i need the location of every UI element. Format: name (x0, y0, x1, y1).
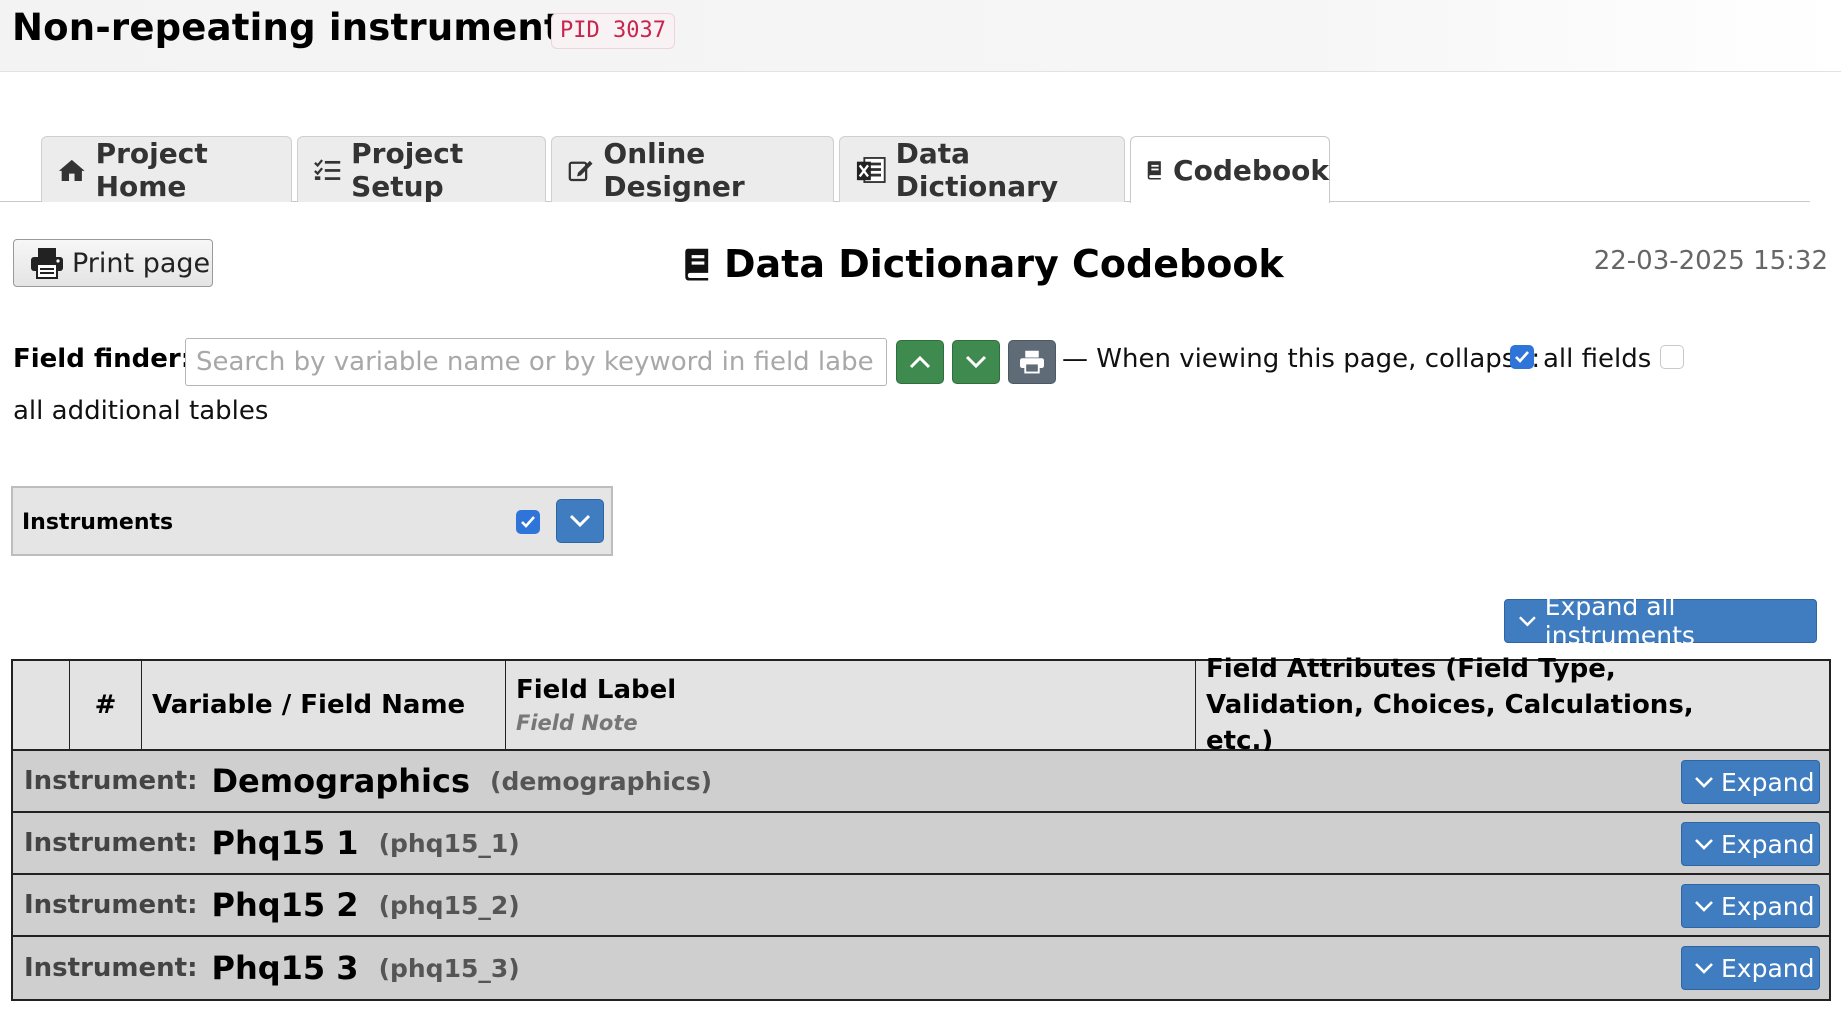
instrument-name: Phq15 2 (211, 886, 359, 924)
chevron-down-icon (965, 355, 987, 369)
project-title: Non-repeating instruments (12, 6, 585, 49)
instrument-row-phq15-3: Instrument: Phq15 3 (phq15_3) Expand (13, 937, 1829, 999)
instrument-name: Phq15 3 (211, 949, 359, 987)
tab-online-designer[interactable]: Online Designer (551, 136, 834, 203)
find-next-button[interactable] (952, 340, 1000, 384)
instrument-row-demographics: Instrument: Demographics (demographics) … (13, 751, 1829, 813)
expand-instrument-button[interactable]: Expand (1681, 884, 1820, 928)
instrument-name: Phq15 1 (211, 824, 359, 862)
book-icon (1147, 161, 1161, 180)
tab-label: Online Designer (603, 136, 745, 203)
tab-label: Data Dictionary (895, 136, 1059, 203)
tab-codebook[interactable]: Codebook (1130, 136, 1330, 203)
header-number: # (70, 661, 142, 749)
collapse-all-fields-checkbox[interactable] (1510, 345, 1534, 369)
tab-project-home[interactable]: Project Home (41, 136, 292, 203)
page-title: Data Dictionary Codebook (684, 239, 1284, 289)
home-icon (58, 159, 85, 181)
chevron-down-icon (1519, 616, 1536, 627)
printer-icon (31, 248, 63, 279)
page-title-text: Data Dictionary Codebook (724, 242, 1284, 286)
edit-icon (568, 160, 593, 181)
print-page-label: Print page (72, 247, 211, 279)
tab-label: Codebook (1173, 153, 1329, 187)
checkmark-icon (1515, 351, 1529, 363)
collapse-instructions: — When viewing this page, collapse: (1062, 344, 1541, 374)
tab-label: Project Setup (351, 136, 464, 203)
print-page-button[interactable]: Print page (13, 239, 213, 287)
all-fields-label: all fields (1543, 344, 1652, 374)
instrument-prefix: Instrument: (24, 828, 198, 858)
book-icon (685, 248, 709, 281)
field-finder-input[interactable] (185, 338, 887, 386)
header-field-label: Field Label Field Note (506, 661, 1196, 749)
instruments-dropdown-button[interactable] (556, 499, 604, 543)
field-finder-label: Field finder: (13, 344, 192, 374)
instrument-row-phq15-1: Instrument: Phq15 1 (phq15_1) Expand (13, 813, 1829, 875)
expand-instrument-button[interactable]: Expand (1681, 760, 1820, 804)
header-blank (13, 661, 70, 749)
tab-data-dictionary[interactable]: Data Dictionary (839, 136, 1125, 203)
pid-badge: PID 3037 (551, 13, 675, 49)
instruments-checkbox[interactable] (516, 510, 540, 534)
tab-label: Project Home (95, 136, 208, 203)
expand-instrument-button[interactable]: Expand (1681, 822, 1820, 866)
header-variable: Variable / Field Name (142, 661, 506, 749)
expand-all-instruments-button[interactable]: Expand all instruments (1504, 592, 1817, 650)
printer-icon (1020, 350, 1044, 374)
tab-project-setup[interactable]: Project Setup (297, 136, 546, 203)
instrument-name: Demographics (211, 762, 471, 800)
instruments-panel-title: Instruments (22, 510, 174, 535)
table-header: # Variable / Field Name Field Label Fiel… (13, 654, 1829, 756)
expand-all-label: Expand all instruments (1544, 592, 1695, 650)
codebook-table: # Variable / Field Name Field Label Fiel… (11, 654, 1831, 1001)
checkmark-icon (521, 516, 535, 528)
chevron-up-icon (909, 355, 931, 369)
instrument-variable: (demographics) (490, 766, 713, 796)
expand-instrument-button[interactable]: Expand (1681, 946, 1820, 990)
instrument-prefix: Instrument: (24, 890, 198, 920)
print-filter-button[interactable] (1008, 340, 1056, 384)
timestamp: 22-03-2025 15:32 (1593, 246, 1828, 276)
header-field-attributes: Field Attributes (Field Type, Validation… (1206, 654, 1694, 756)
instrument-row-phq15-2: Instrument: Phq15 2 (phq15_2) Expand (13, 875, 1829, 937)
chevron-down-icon (569, 514, 591, 528)
find-previous-button[interactable] (896, 340, 944, 384)
instrument-variable: (phq15_2) (378, 890, 520, 920)
chevron-down-icon (1695, 777, 1713, 788)
page-header: Non-repeating instruments PID 3037 (0, 0, 1841, 72)
checklist-icon (314, 158, 341, 180)
chevron-down-icon (1695, 901, 1713, 912)
instrument-prefix: Instrument: (24, 766, 198, 796)
chevron-down-icon (1695, 839, 1713, 850)
header-field-note: Field Note (516, 711, 638, 735)
instrument-variable: (phq15_1) (378, 828, 520, 858)
chevron-down-icon (1695, 963, 1713, 974)
collapse-all-tables-checkbox[interactable] (1660, 345, 1684, 369)
instruments-panel: Instruments (11, 486, 613, 556)
instrument-prefix: Instrument: (24, 953, 198, 983)
excel-icon (856, 156, 886, 183)
instrument-variable: (phq15_3) (378, 953, 520, 983)
all-tables-label: all additional tables (13, 396, 269, 426)
